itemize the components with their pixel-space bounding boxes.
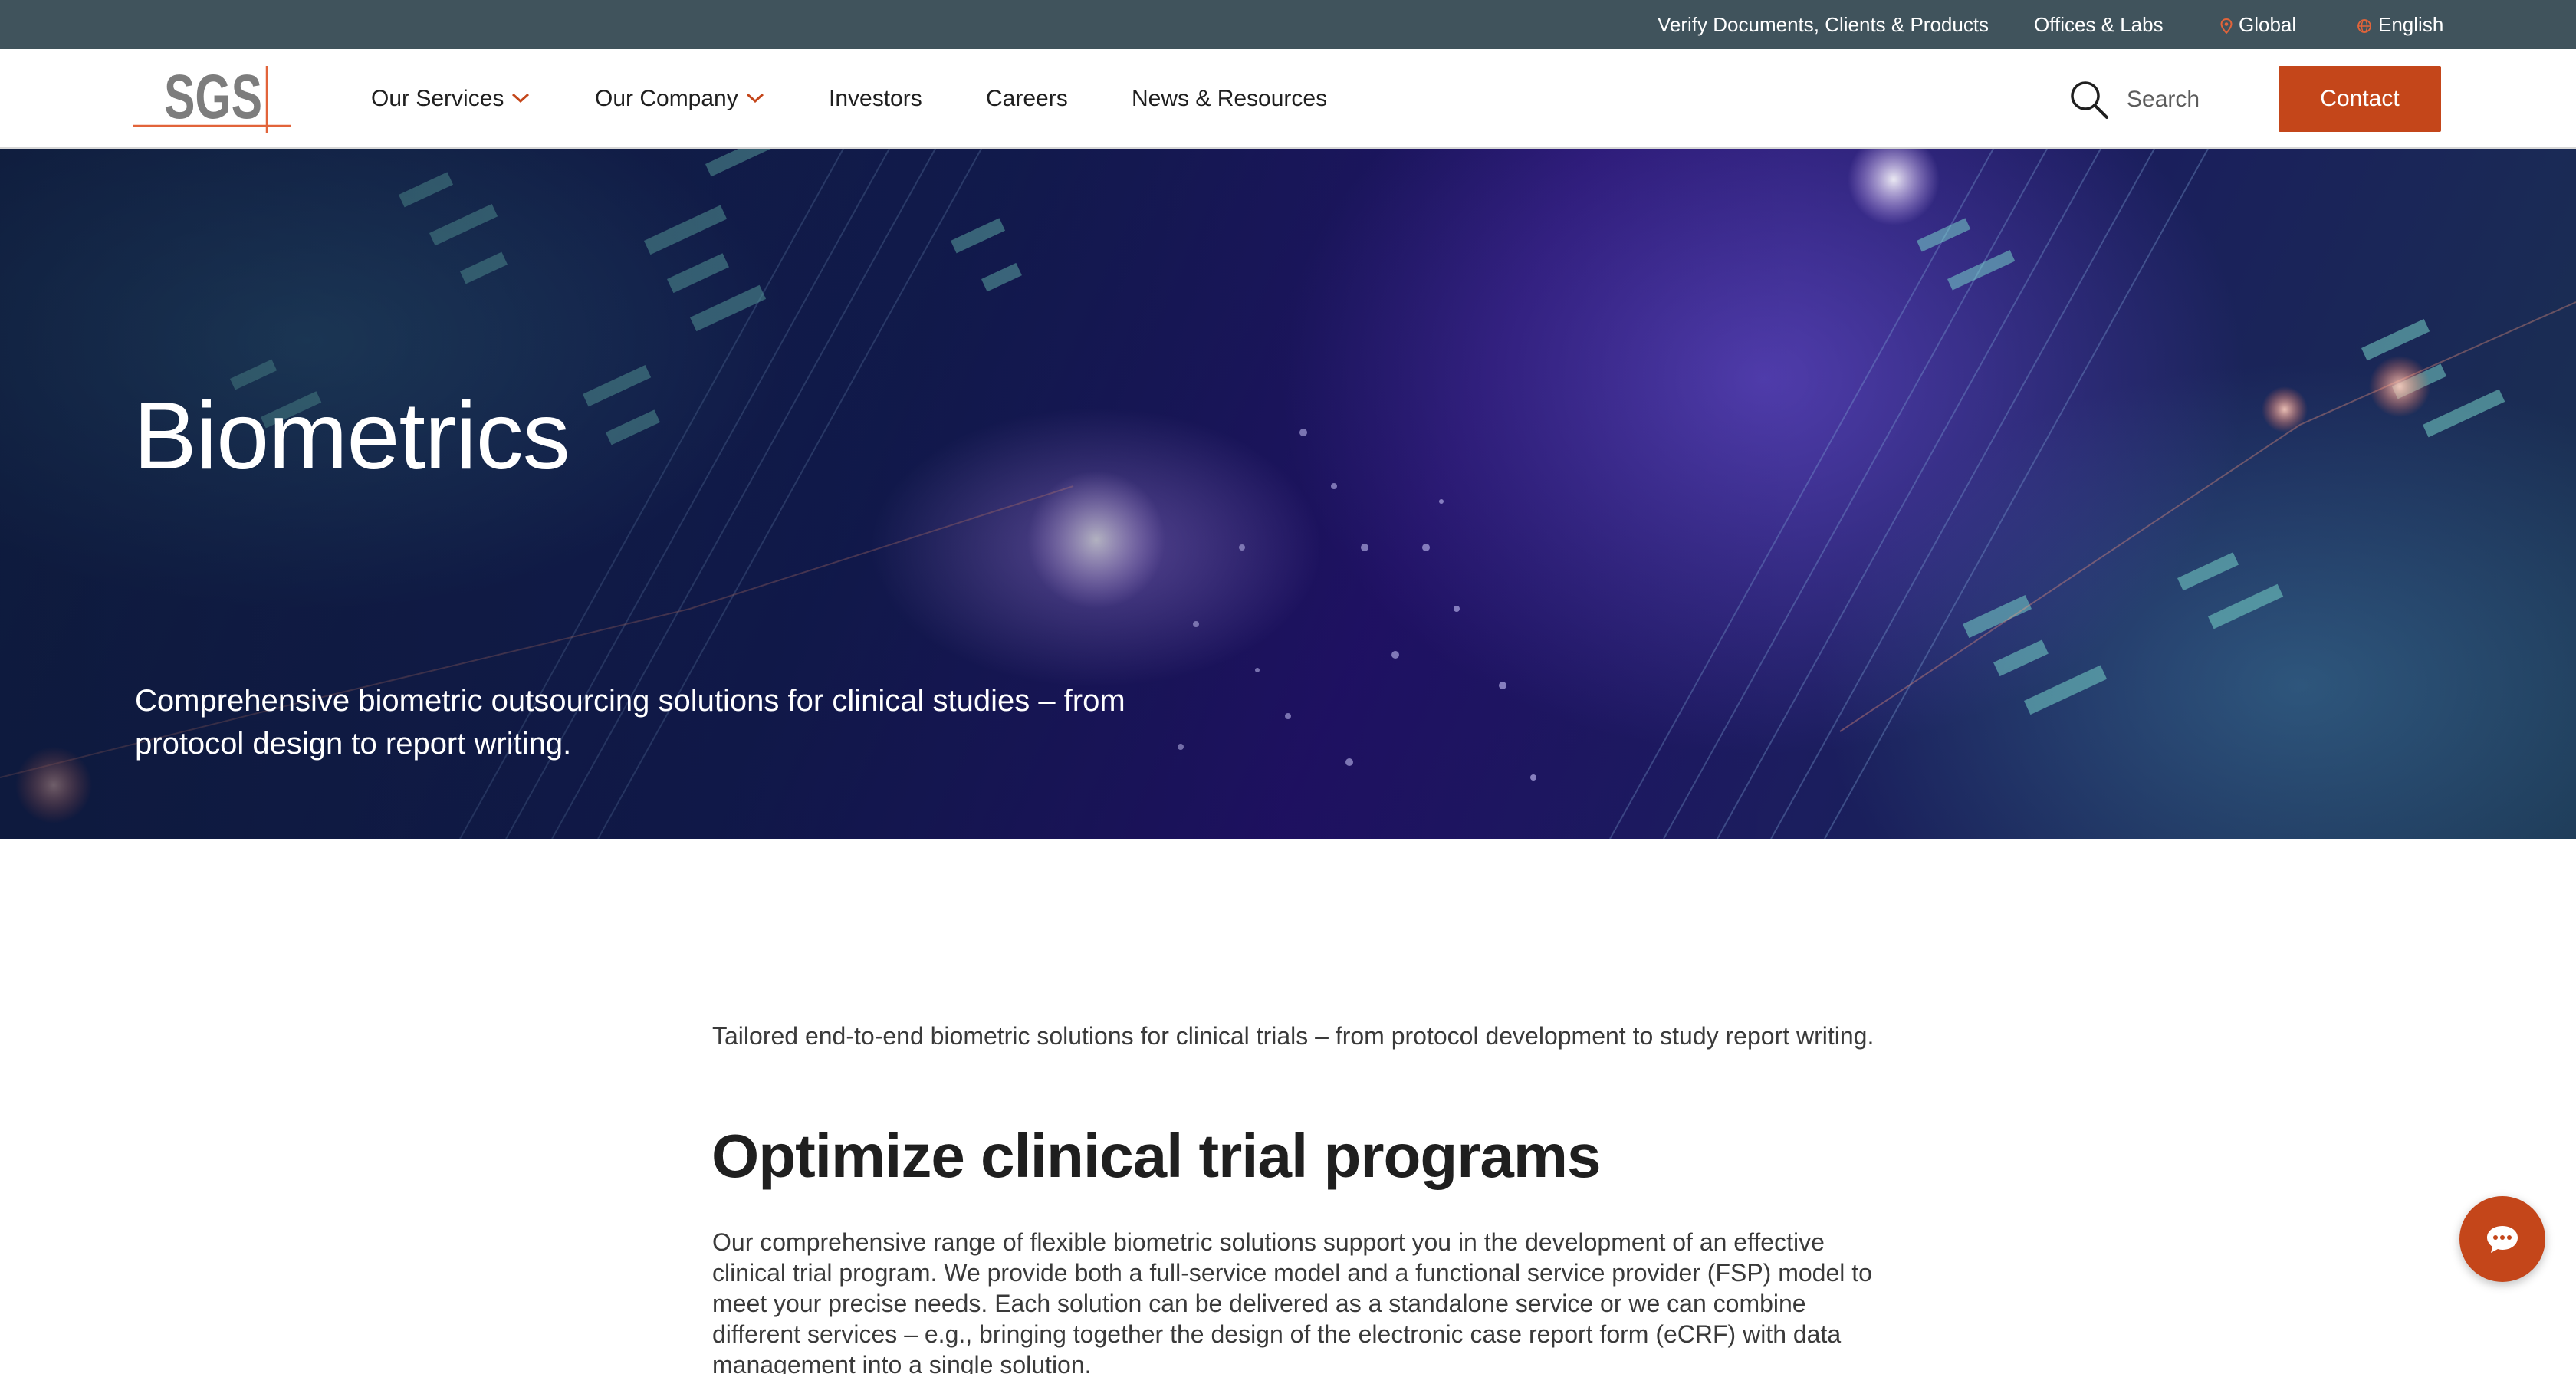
utility-bar: Verify Documents, Clients & Products Off… [0,0,2576,49]
nav-our-services-label: Our Services [371,86,504,111]
body-paragraph: Our comprehensive range of flexible biom… [712,1228,1872,1374]
main-navigation: SGS Our Services Our Company Investors C… [0,49,2576,149]
intro-paragraph: Tailored end-to-end biometric solutions … [712,1022,1875,1050]
nav-our-services[interactable]: Our Services [371,49,530,149]
search-box[interactable] [2068,77,2242,123]
nav-news-resources[interactable]: News & Resources [1132,49,1327,149]
chat-bubble-icon [2487,1226,2518,1253]
language-selector[interactable]: English [2357,0,2443,49]
offices-labs-link[interactable]: Offices & Labs [2034,0,2164,49]
region-selector[interactable]: Global [2220,0,2296,49]
region-label: Global [2239,13,2297,36]
nav-investors[interactable]: Investors [829,49,922,149]
verify-documents-link[interactable]: Verify Documents, Clients & Products [1658,0,1989,49]
search-icon[interactable] [2068,79,2110,120]
hero-title: Biometrics [133,383,570,489]
nav-careers[interactable]: Careers [986,49,1068,149]
sgs-logo[interactable]: SGS [133,62,291,136]
hero-subtitle: Comprehensive biometric outsourcing solu… [135,684,1125,761]
contact-button[interactable]: Contact [2279,66,2441,132]
logo-text: SGS [164,63,262,132]
nav-our-company-label: Our Company [595,86,738,111]
chevron-down-icon [746,93,764,104]
nav-our-company[interactable]: Our Company [595,49,764,149]
chat-button[interactable] [2459,1196,2545,1282]
chevron-down-icon [512,93,530,104]
language-label: English [2378,13,2444,36]
search-input[interactable] [2127,87,2242,113]
globe-icon [2358,19,2371,34]
section-heading: Optimize clinical trial programs [711,1122,1601,1190]
location-pin-icon [2220,18,2233,35]
